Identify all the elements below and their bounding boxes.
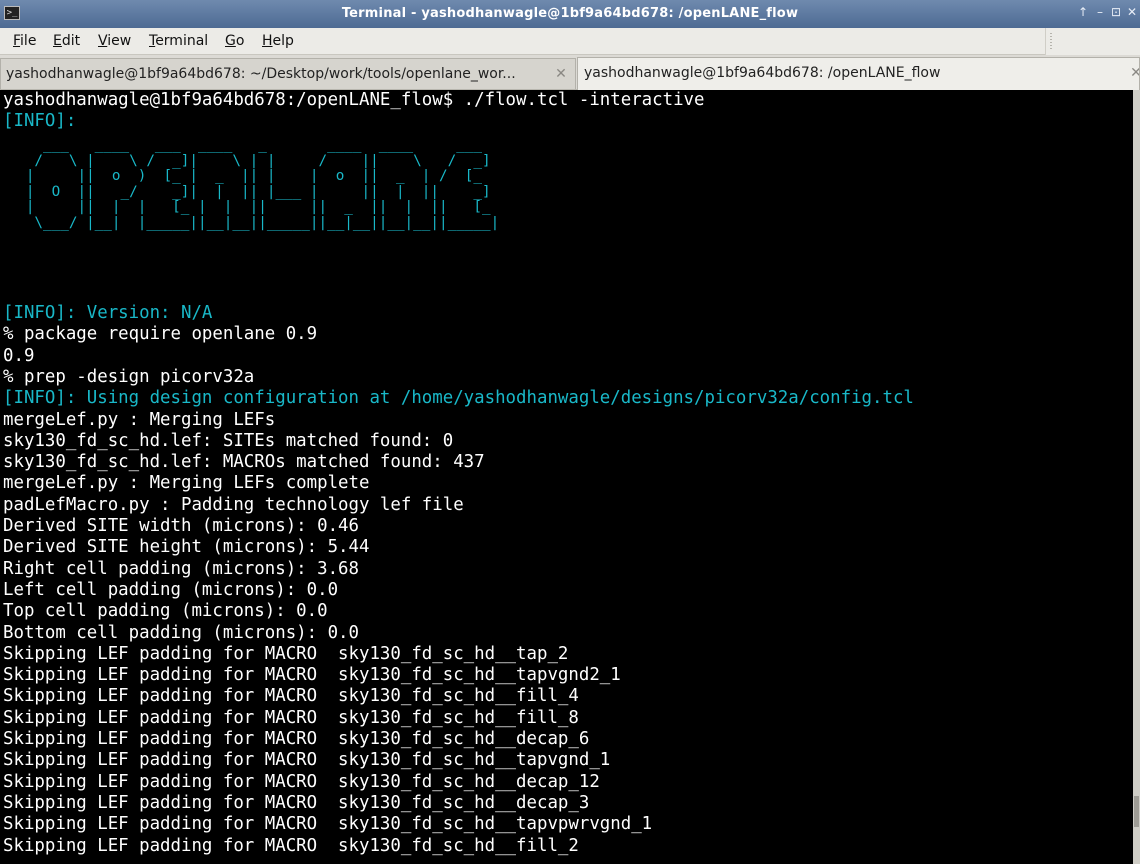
output-line: % prep -design picorv32a (3, 366, 255, 387)
output-line: Skipping LEF padding for MACRO sky130_fd… (3, 729, 590, 749)
scrollbar-thumb[interactable] (1134, 795, 1139, 827)
output-line: Skipping LEF padding for MACRO sky130_fd… (3, 643, 569, 664)
shade-icon[interactable]: ↑ (1078, 5, 1088, 19)
output-line: mergeLef.py : Merging LEFs complete (3, 473, 370, 494)
tab-close-icon[interactable]: ✕ (1128, 58, 1139, 88)
output-line: sky130_fd_sc_hd.lef: SITEs matched found… (3, 430, 454, 451)
menu-go[interactable]: Go (225, 28, 244, 54)
output-line: Skipping LEF padding for MACRO sky130_fd… (3, 707, 579, 728)
output-line: Skipping LEF padding for MACRO sky130_fd… (3, 814, 653, 835)
vertical-scrollbar[interactable] (1133, 90, 1140, 864)
output-line: Skipping LEF padding for MACRO sky130_fd… (3, 750, 611, 771)
prompt-line: yashodhanwagle@1bf9a64bd678:/openLANE_fl… (3, 90, 705, 110)
menu-edit[interactable]: Edit (53, 28, 80, 54)
menu-terminal[interactable]: Terminal (149, 28, 208, 54)
output-line: 0.9 (3, 345, 35, 366)
openlane-ascii-logo: ___ ____ ___ ____ _ ____ ____ ___ / \ | … (25, 137, 500, 231)
output-line: Bottom cell padding (microns): 0.0 (3, 622, 359, 643)
info-line: [INFO]: (3, 111, 77, 132)
window-title: Terminal - yashodhanwagle@1bf9a64bd678: … (341, 6, 799, 21)
tab-bar: yashodhanwagle@1bf9a64bd678: ~/Desktop/w… (0, 55, 1140, 90)
output-line: Derived SITE width (microns): 0.46 (3, 516, 359, 536)
output-line: Skipping LEF padding for MACRO sky130_fd… (3, 792, 590, 813)
menu-bar: File Edit View Terminal Go Help (0, 28, 1140, 55)
maximize-icon[interactable]: ⊡ (1111, 5, 1121, 19)
tab-openlane-flow[interactable]: yashodhanwagle@1bf9a64bd678: /openLANE_f… (577, 57, 1140, 90)
menu-view[interactable]: View (98, 28, 131, 54)
tab-close-icon[interactable]: ✕ (553, 59, 569, 89)
output-line: Skipping LEF padding for MACRO sky130_fd… (3, 771, 600, 792)
output-line: Right cell padding (microns): 3.68 (3, 558, 359, 579)
terminal-window: >_ Terminal - yashodhanwagle@1bf9a64bd67… (0, 0, 1140, 864)
output-line: Top cell padding (microns): 0.0 (3, 601, 328, 622)
terminal-output[interactable]: yashodhanwagle@1bf9a64bd678:/openLANE_fl… (0, 90, 1133, 864)
close-icon[interactable]: ✕ (1127, 5, 1137, 19)
menu-file[interactable]: File (13, 28, 36, 54)
output-line: Left cell padding (microns): 0.0 (3, 579, 339, 600)
minimize-icon[interactable]: – (1097, 5, 1103, 19)
tab-openlane-working[interactable]: yashodhanwagle@1bf9a64bd678: ~/Desktop/w… (0, 58, 576, 89)
output-line: Derived SITE height (microns): 5.44 (3, 537, 370, 558)
toolbar-grip[interactable] (1045, 28, 1140, 55)
tab-label: yashodhanwagle@1bf9a64bd678: /openLANE_f… (584, 65, 941, 81)
output-line: padLefMacro.py : Padding technology lef … (3, 494, 464, 515)
info-line: [INFO]: Version: N/A (3, 303, 213, 323)
output-line: Skipping LEF padding for MACRO sky130_fd… (3, 835, 579, 856)
info-line: [INFO]: Using design configuration at /h… (3, 388, 914, 409)
tab-label: yashodhanwagle@1bf9a64bd678: ~/Desktop/w… (6, 66, 516, 82)
title-bar[interactable]: >_ Terminal - yashodhanwagle@1bf9a64bd67… (0, 0, 1140, 28)
output-line: mergeLef.py : Merging LEFs (3, 409, 276, 430)
menu-help[interactable]: Help (262, 28, 294, 54)
output-line: % package require openlane 0.9 (3, 324, 318, 345)
output-line: Skipping LEF padding for MACRO sky130_fd… (3, 686, 579, 707)
output-line: Skipping LEF padding for MACRO sky130_fd… (3, 665, 621, 686)
output-line: sky130_fd_sc_hd.lef: MACROs matched foun… (3, 452, 485, 473)
